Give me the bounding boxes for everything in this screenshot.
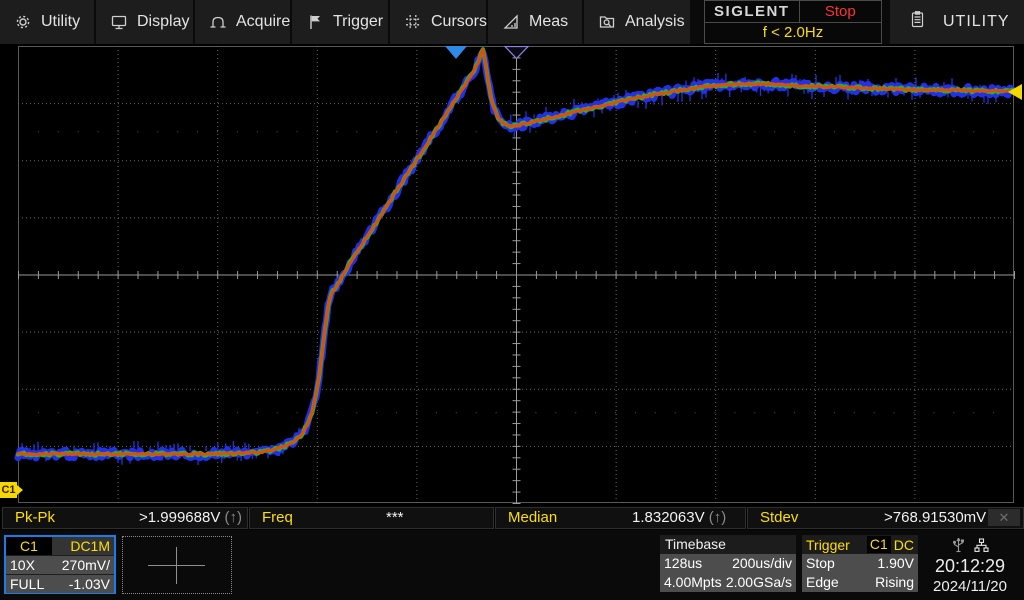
channel-scale: 270mV/ (62, 556, 110, 574)
trigger-slope: Rising (875, 573, 914, 592)
trigger-source-chip: C1 (867, 536, 891, 553)
measurement-stdev[interactable]: Stdev >768.91530mV ( ✕ (747, 507, 1024, 529)
siglent-logo: SIGLENT (705, 1, 800, 22)
folder-search-icon (599, 14, 615, 30)
oscilloscope-screen: Utility Display Acquire Trigger (0, 0, 1024, 600)
cursors-grid-icon (405, 14, 421, 30)
status-bar: C1 DC1M 10X 270mV/ FULL -1.03V Timebase … (0, 530, 1024, 600)
channel-bandwidth: FULL (10, 575, 44, 593)
clock-panel[interactable]: 20:12:29 2024/11/20 (918, 530, 1022, 600)
menu-label: Utility (41, 13, 80, 31)
measurement-median[interactable]: Median 1.832063V (↑) (495, 507, 746, 529)
channel1-zero-marker[interactable]: C1 (0, 482, 17, 498)
menu-label: Trigger (333, 13, 383, 31)
horizontal-reference-marker[interactable] (504, 46, 529, 59)
usb-icon (952, 538, 965, 553)
measurement-bar: Pk-Pk >1.999688V (↑) Freq *** Median 1.8… (0, 506, 1024, 530)
measurement-value: *** (386, 509, 404, 526)
menu-cursors[interactable]: Cursors (390, 0, 486, 44)
grid-and-trace (0, 44, 1024, 506)
waveform-display[interactable]: C1 (0, 44, 1024, 506)
measurement-value: >768.91530mV ( (884, 509, 995, 526)
setsquare-icon (503, 14, 519, 30)
channel-coupling: DC1M (52, 537, 114, 555)
menu-acquire[interactable]: Acquire (195, 0, 290, 44)
measurement-label: Stdev (760, 509, 798, 526)
menu-label: Display (137, 13, 189, 31)
menu-utility[interactable]: Utility (0, 0, 94, 44)
trigger-type: Edge (806, 573, 839, 592)
list-icon (910, 11, 925, 33)
measurement-label: Freq (262, 509, 293, 526)
channel-probe: 10X (10, 556, 35, 574)
monitor-icon (111, 14, 127, 30)
menu-bar: Utility Display Acquire Trigger (0, 0, 1024, 44)
add-channel-placeholder[interactable] (122, 536, 232, 594)
timebase-delay: 128us (664, 554, 702, 573)
utility-shortcut-button[interactable]: UTILITY (890, 0, 1024, 44)
timebase-samplerate: 2.00GSa/s (726, 573, 792, 592)
timebase-scale: 200us/div (732, 554, 792, 573)
menu-label: Cursors (431, 13, 487, 31)
measurement-label: Pk-Pk (15, 509, 55, 526)
trigger-frequency: f < 2.0Hz (705, 23, 881, 44)
channel1-box[interactable]: C1 DC1M 10X 270mV/ FULL -1.03V (4, 535, 116, 594)
trigger-coupling: DC (891, 537, 918, 553)
trigger-level: 1.90V (877, 554, 914, 573)
status-panel: SIGLENT Stop f < 2.0Hz (704, 0, 882, 44)
trigger-level-marker[interactable] (1008, 84, 1022, 100)
menu-trigger[interactable]: Trigger (292, 0, 388, 44)
waveform-arch-icon (210, 14, 226, 30)
trigger-title: Trigger (802, 537, 867, 553)
menu-analysis[interactable]: Analysis (584, 0, 690, 44)
timebase-box[interactable]: Timebase 128us 200us/div 4.00Mpts 2.00GS… (660, 535, 796, 594)
menu-display[interactable]: Display (96, 0, 193, 44)
timebase-title: Timebase (660, 535, 796, 554)
trigger-position-marker[interactable] (445, 46, 467, 59)
utility-label: UTILITY (943, 13, 1010, 31)
menu-label: Meas (529, 13, 568, 31)
timebase-memory: 4.00Mpts (664, 573, 722, 592)
trigger-box[interactable]: Trigger C1 DC Stop 1.90V Edge Rising (802, 535, 918, 594)
flag-icon (307, 14, 323, 30)
measurement-label: Median (508, 509, 557, 526)
menu-label: Analysis (625, 13, 685, 31)
clock-time: 20:12:29 (918, 556, 1022, 577)
menu-label: Acquire (236, 13, 290, 31)
acquisition-status: Stop (800, 1, 881, 22)
measurement-value: >1.999688V (↑) (139, 509, 242, 526)
trigger-status: Stop (806, 554, 835, 573)
measurement-pkpk[interactable]: Pk-Pk >1.999688V (↑) (2, 507, 248, 529)
measurement-value: 1.832063V (↑) (632, 509, 726, 526)
close-icon[interactable]: ✕ (988, 509, 1020, 526)
menu-meas[interactable]: Meas (488, 0, 582, 44)
measurement-freq[interactable]: Freq *** (249, 507, 494, 529)
lan-icon (974, 538, 989, 553)
gear-icon (15, 14, 31, 30)
channel-name-chip[interactable]: C1 (6, 537, 52, 555)
clock-date: 2024/11/20 (918, 578, 1022, 595)
channel-offset: -1.03V (69, 575, 110, 593)
plus-icon (176, 547, 177, 584)
